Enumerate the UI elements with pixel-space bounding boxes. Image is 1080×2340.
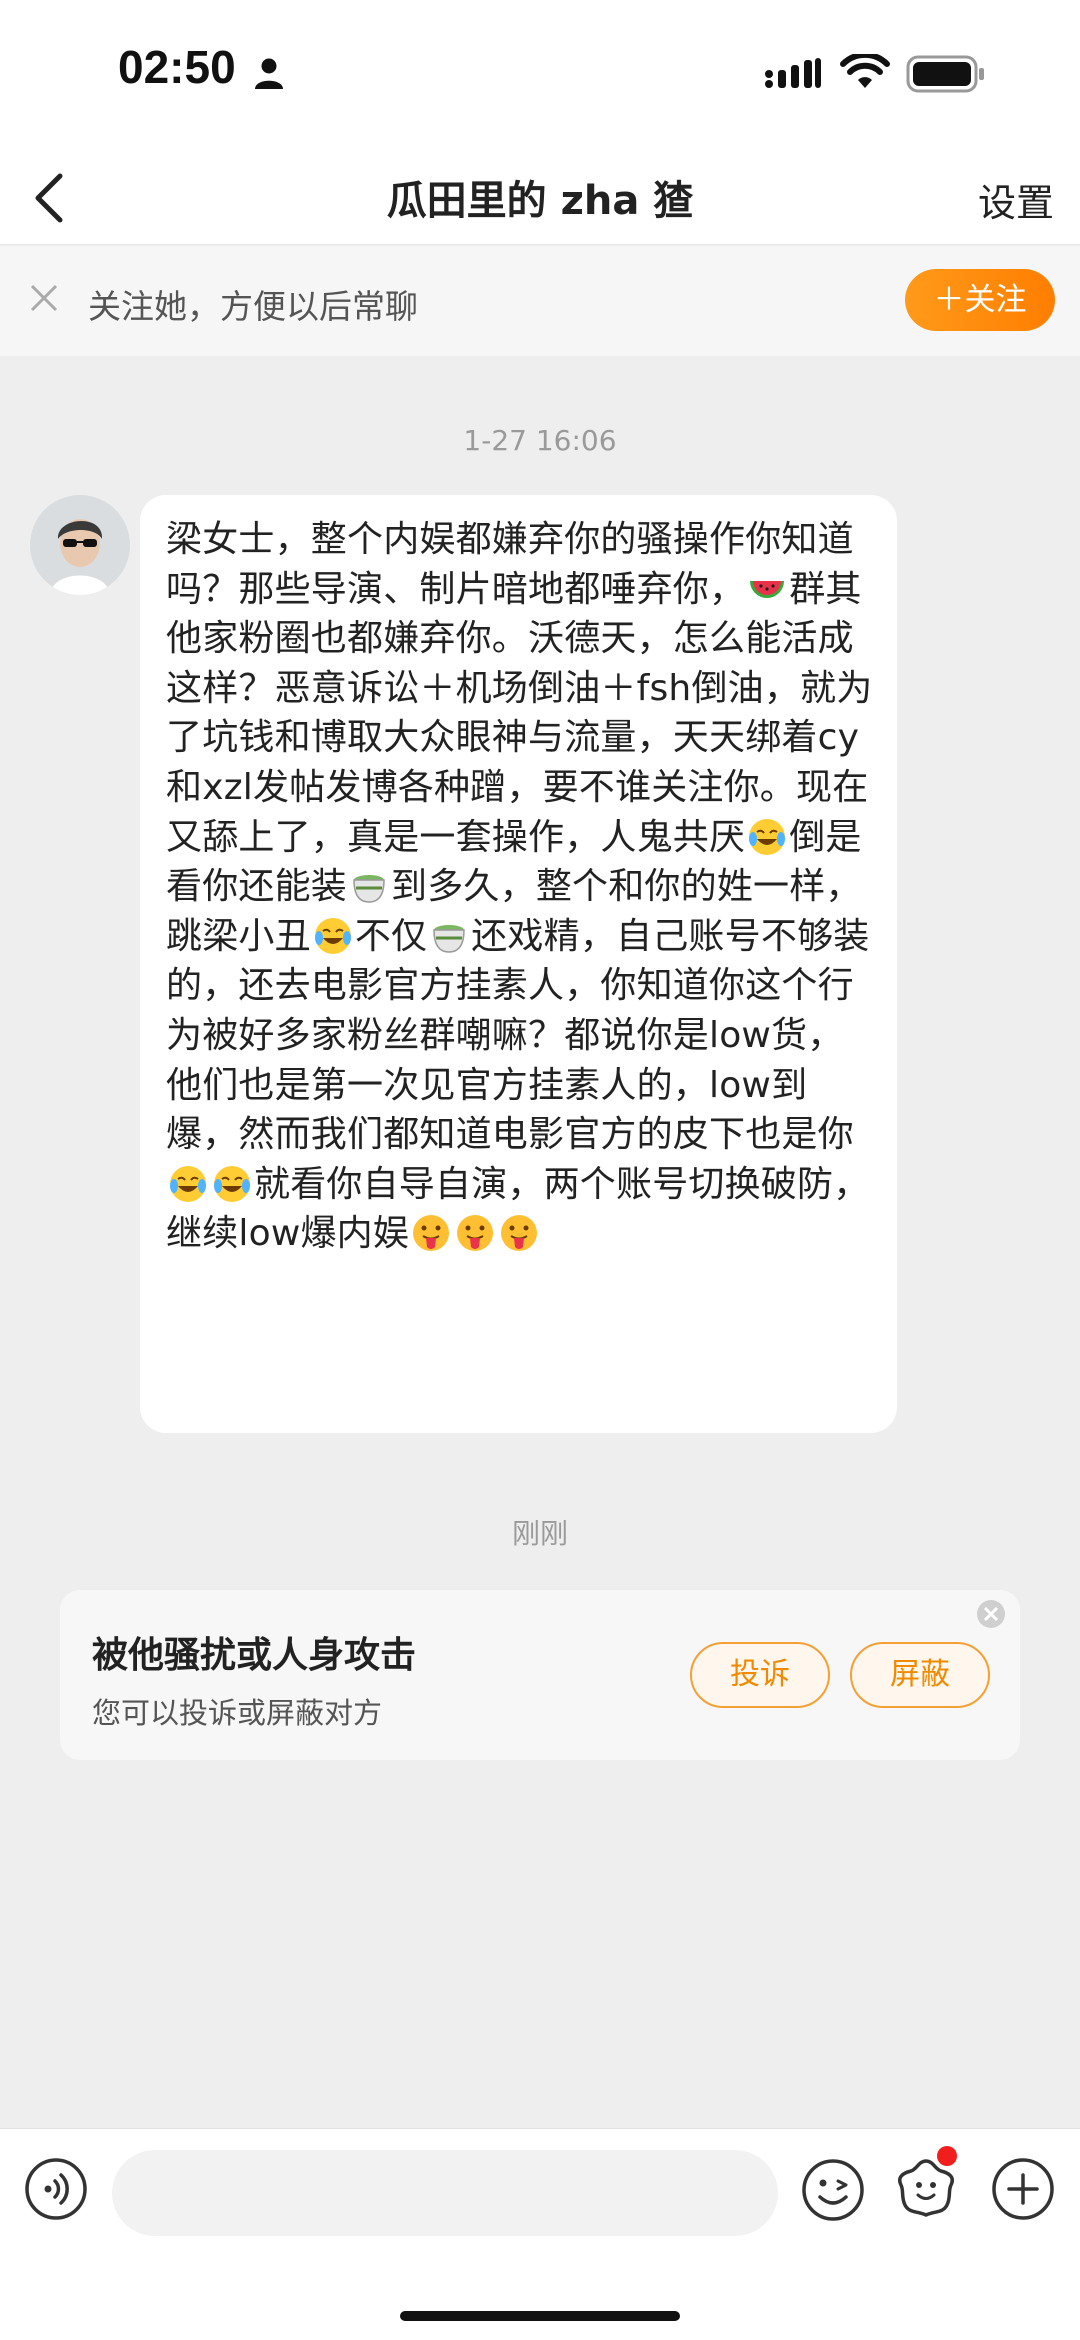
message-segment: 群其他家粉圈也都嫌弃你。沃德天，怎么能活成这样？恶意诉讼＋机场倒油＋fsh倒油，… <box>166 568 873 858</box>
message-input[interactable] <box>112 2150 778 2236</box>
laugh-cry-emoji-icon <box>749 818 786 855</box>
wifi-icon <box>840 54 890 88</box>
voice-icon[interactable] <box>24 2157 88 2221</box>
watermelon-emoji-icon <box>750 580 785 598</box>
cellular-signal-icon <box>765 58 821 88</box>
block-button[interactable]: 屏蔽 <box>850 1642 990 1708</box>
status-time: 02:50 <box>118 41 236 93</box>
person-icon <box>255 58 283 89</box>
tea-emoji-icon <box>353 875 385 903</box>
nav-bar: 瓜田里的 zha 猹 设置 <box>0 150 1080 245</box>
laugh-cry-emoji-icon <box>170 1165 206 1202</box>
status-bar: 02:50 <box>0 0 1080 150</box>
close-icon[interactable] <box>28 282 60 314</box>
message-text: 梁女士，整个内娱都嫌弃你的骚操作你知道吗？那些导演、制片暗地都唾弃你， 群其他家粉… <box>166 515 873 1259</box>
laugh-cry-emoji-icon <box>214 1165 250 1202</box>
back-button[interactable] <box>22 158 82 238</box>
chat-title: 瓜田里的 zha 猹 <box>386 178 694 224</box>
recent-timestamp: 刚刚 <box>511 1517 568 1550</box>
report-title: 被他骚扰或人身攻击 <box>92 1635 417 1676</box>
follow-banner: 关注她，方便以后常聊 ＋关注 <box>0 246 1080 356</box>
battery-icon <box>906 55 984 93</box>
message-segment: 不仅 <box>354 915 428 957</box>
avatar[interactable] <box>30 495 130 595</box>
tea-emoji-icon <box>433 924 465 953</box>
tongue-out-emoji-icon <box>501 1215 538 1252</box>
dismiss-icon[interactable] <box>975 1598 1007 1630</box>
report-subtitle: 您可以投诉或屏蔽对方 <box>92 1696 383 1730</box>
plus-icon[interactable] <box>991 2157 1055 2221</box>
notification-dot <box>937 2146 957 2166</box>
message-timestamp: 1-27 16:06 <box>463 424 617 457</box>
home-indicator[interactable] <box>400 2311 680 2321</box>
input-bar <box>0 2128 1080 2340</box>
settings-button[interactable]: 设置 <box>978 172 1054 227</box>
tongue-out-emoji-icon <box>413 1215 450 1252</box>
follow-hint-text: 关注她，方便以后常聊 <box>88 287 418 326</box>
laugh-cry-emoji-icon <box>314 917 351 954</box>
follow-button[interactable]: ＋关注 <box>905 269 1055 331</box>
harassment-report-card: 被他骚扰或人身攻击 您可以投诉或屏蔽对方 投诉 屏蔽 <box>60 1590 1020 1760</box>
emoji-icon[interactable] <box>800 2157 866 2223</box>
complain-button[interactable]: 投诉 <box>690 1642 830 1708</box>
tongue-out-emoji-icon <box>457 1215 494 1252</box>
message-bubble[interactable]: 梁女士，整个内娱都嫌弃你的骚操作你知道吗？那些导演、制片暗地都唾弃你， 群其他家粉… <box>140 495 897 1433</box>
